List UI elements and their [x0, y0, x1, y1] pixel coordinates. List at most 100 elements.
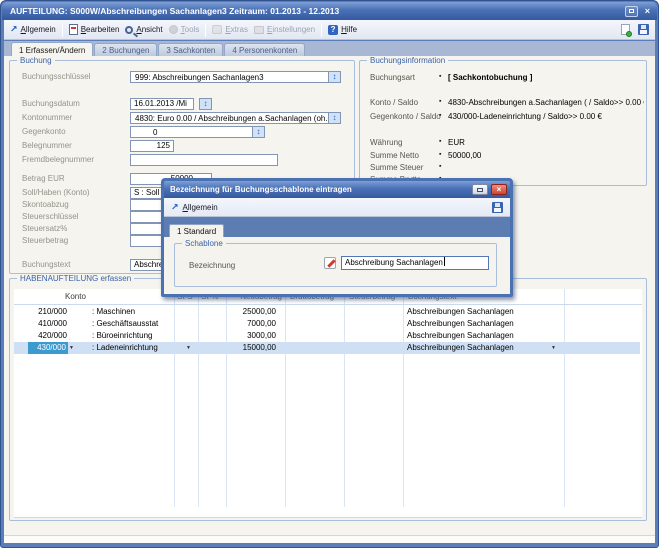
- settings-icon: [254, 26, 264, 34]
- green-badge-icon: [626, 31, 632, 37]
- form-row: Belegnummer 125: [10, 140, 354, 152]
- menu-label: Allgemein: [21, 25, 56, 34]
- spinner-icon[interactable]: ↕: [252, 127, 264, 137]
- info-value: EUR: [448, 138, 644, 147]
- dialog-tab-standard[interactable]: 1 Standard: [169, 224, 224, 237]
- close-button[interactable]: ×: [643, 6, 652, 17]
- bullet-icon: ▪: [439, 98, 441, 105]
- menu-tools: Tools: [169, 25, 200, 34]
- help-icon: ?: [328, 25, 338, 35]
- form-row: Gegenkonto 0 ↕: [10, 126, 354, 138]
- dialog-menubar: ↗ Allgemein: [164, 198, 510, 217]
- restore-button[interactable]: [625, 6, 638, 17]
- combo-value: 4830: Euro 0.00 / Abschreibungen a.Sacha…: [131, 113, 327, 123]
- belegnummer-input[interactable]: 125: [130, 140, 174, 152]
- info-value: 430/000-Ladeneinrichtung / Saldo>> 0.00 …: [448, 112, 644, 121]
- cell-nettobetrag: 3000,00: [226, 331, 276, 340]
- spinner-icon[interactable]: ↕: [199, 98, 212, 110]
- dialog-close-button[interactable]: ×: [491, 184, 507, 195]
- spinner-icon[interactable]: ↕: [328, 113, 340, 123]
- field-label: Steuersatz%: [22, 224, 67, 233]
- table-row[interactable]: 410/000 : Geschäftsausstat 7000,00 Absch…: [14, 318, 640, 330]
- edit-pencil-icon[interactable]: [324, 257, 336, 269]
- cell-buchungstext: Abschreibungen Sachanlagen: [407, 319, 514, 328]
- spinner-icon[interactable]: ↕: [328, 72, 340, 82]
- dialog-menu-allgemein[interactable]: Allgemein: [183, 203, 218, 212]
- menu-ansicht[interactable]: Ansicht: [125, 25, 162, 34]
- dialog-title: Bezeichnung für Buchungsschablone eintra…: [170, 185, 469, 194]
- group-buchungsinformation: Buchungsinformation Buchungsart ▪ [ Sach…: [359, 60, 647, 186]
- text-caret: [444, 257, 445, 266]
- tab-erfassen-aendern[interactable]: 1 Erfassen/Ändern: [11, 42, 93, 56]
- menu-label: Hilfe: [341, 25, 357, 34]
- dialog-content: Schablone Bezeichnung Abschreibung Sacha…: [164, 237, 510, 294]
- aufteilung-table[interactable]: Konto St-S St-% Nettobetrag Bruttobetrag…: [14, 289, 642, 517]
- tab-sachkonten[interactable]: 3 Sachkonten: [158, 43, 223, 56]
- cell-nettobetrag: 25000,00: [226, 307, 276, 316]
- titlebar[interactable]: AUFTEILUNG: S000W/Abschreibungen Sachanl…: [2, 2, 657, 20]
- fremdbelegnummer-input[interactable]: [130, 154, 278, 166]
- table-row-selected[interactable]: 430/000 ▼ : Ladeneinrichtung ▼ 15000,00 …: [14, 342, 640, 354]
- menu-allgemein[interactable]: ↗ Allgemein: [10, 25, 56, 34]
- toolbar-separator: [321, 23, 322, 37]
- cell-konto-selected[interactable]: 430/000: [28, 342, 68, 354]
- dropdown-icon[interactable]: ▼: [186, 345, 191, 351]
- menu-label: Tools: [181, 25, 200, 34]
- gegenkonto-combo[interactable]: 0 ↕: [130, 126, 265, 138]
- bullet-icon: ▪: [439, 73, 441, 80]
- info-row: Konto / Saldo ▪ 4830-Abschreibungen a.Sa…: [360, 98, 644, 109]
- form-row: Fremdbelegnummer: [10, 154, 354, 166]
- cell-konto: 410/000: [22, 319, 67, 328]
- info-value: [ Sachkontobuchung ]: [448, 73, 644, 82]
- new-document-icon[interactable]: [621, 24, 630, 35]
- field-label: Kontonummer: [22, 113, 72, 122]
- menu-bearbeiten[interactable]: Bearbeiten: [69, 24, 120, 35]
- cell-buchungstext: Abschreibungen Sachanlagen: [407, 343, 514, 352]
- menu-einstellungen: Einstellungen: [254, 25, 315, 34]
- table-bottom-line: [14, 517, 642, 518]
- tab-personenkonten[interactable]: 4 Personenkonten: [224, 43, 305, 56]
- menu-label: Extras: [225, 25, 248, 34]
- save-icon[interactable]: [638, 24, 649, 35]
- info-label: Summe Netto: [370, 151, 419, 160]
- field-label: Buchungstext: [22, 260, 70, 269]
- bezeichnung-input[interactable]: Abschreibung Sachanlagen: [341, 256, 489, 270]
- info-row: Summe Netto ▪ 50000,00: [360, 151, 644, 162]
- dialog-restore-button[interactable]: [472, 184, 488, 195]
- group-habenaufteilung: HABENAUFTEILUNG erfassen Konto St-S St-%…: [9, 278, 647, 521]
- combo-value: 0: [131, 127, 251, 137]
- field-label: Buchungsdatum: [22, 99, 80, 108]
- menu-hilfe[interactable]: ? Hilfe: [328, 25, 357, 35]
- status-strip: [4, 535, 655, 543]
- toolbar-separator: [205, 23, 206, 37]
- column-header[interactable]: Konto: [65, 292, 86, 301]
- dropdown-icon[interactable]: ▼: [551, 345, 556, 351]
- dialog-titlebar[interactable]: Bezeichnung für Buchungsschablone eintra…: [164, 181, 510, 198]
- field-label: Fremdbelegnummer: [22, 155, 94, 164]
- dialog-buchungsschablone: Bezeichnung für Buchungsschablone eintra…: [161, 178, 513, 297]
- table-row[interactable]: 420/000 : Büroeinrichtung 3000,00 Abschr…: [14, 330, 640, 342]
- combo-value: 999: Abschreibungen Sachanlagen3: [131, 72, 327, 82]
- buchungsschluessel-combo[interactable]: 999: Abschreibungen Sachanlagen3 ↕: [130, 71, 341, 83]
- toolbar: ↗ Allgemein Bearbeiten Ansicht Tools Ext…: [4, 20, 655, 40]
- tab-strip: 1 Erfassen/Ändern 2 Buchungen 3 Sachkont…: [4, 41, 655, 56]
- menu-extras: Extras: [212, 25, 248, 34]
- field-label: Buchungsschlüssel: [22, 72, 90, 81]
- group-legend: Schablone: [182, 239, 226, 248]
- toolbar-separator: [62, 23, 63, 37]
- cell-buchungstext: Abschreibungen Sachanlagen: [407, 331, 514, 340]
- info-value: 50000,00: [448, 151, 644, 160]
- window-title: AUFTEILUNG: S000W/Abschreibungen Sachanl…: [10, 6, 625, 16]
- group-schablone: Schablone Bezeichnung Abschreibung Sacha…: [174, 243, 497, 287]
- kontonummer-combo[interactable]: 4830: Euro 0.00 / Abschreibungen a.Sacha…: [130, 112, 341, 124]
- bullet-icon: ▪: [439, 112, 441, 119]
- dropdown-icon[interactable]: ▼: [69, 345, 74, 351]
- info-label: Buchungsart: [370, 73, 415, 82]
- bullet-icon: ▪: [439, 163, 441, 170]
- form-row: Kontonummer 4830: Euro 0.00 / Abschreibu…: [10, 112, 354, 124]
- bezeichnung-value: Abschreibung Sachanlagen: [345, 258, 443, 267]
- table-row[interactable]: 210/000 : Maschinen 25000,00 Abschreibun…: [14, 306, 640, 318]
- tab-buchungen[interactable]: 2 Buchungen: [94, 43, 157, 56]
- dialog-save-icon[interactable]: [492, 202, 503, 213]
- buchungsdatum-input[interactable]: 16.01.2013 /Mi: [130, 98, 194, 110]
